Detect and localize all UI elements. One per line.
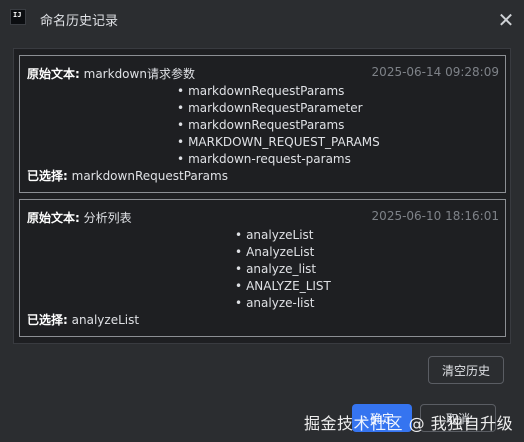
original-text-value: 分析列表 [83, 211, 132, 225]
original-text-label: 原始文本: [27, 211, 80, 225]
candidate-list: analyzeList AnalyzeList analyze_list ANA… [235, 227, 331, 312]
selected-label: 已选择: [27, 313, 68, 327]
clear-history-button[interactable]: 清空历史 [428, 356, 504, 384]
candidate-item: ANALYZE_LIST [235, 278, 331, 295]
candidate-item: MARKDOWN_REQUEST_PARAMS [177, 134, 380, 151]
entry-header: 原始文本: 分析列表 2025-06-10 18:16:01 [27, 209, 499, 225]
selected-label: 已选择: [27, 169, 68, 183]
selected-value: markdownRequestParams [71, 169, 228, 183]
intellij-app-icon: IJ [10, 9, 26, 25]
entry-timestamp: 2025-06-10 18:16:01 [371, 209, 499, 223]
selected-row: 已选择: analyzeList [27, 311, 139, 328]
candidate-item: analyzeList [235, 227, 331, 244]
entry-header: 原始文本: markdown请求参数 2025-06-14 09:28:09 [27, 65, 499, 81]
history-entry: 原始文本: markdown请求参数 2025-06-14 09:28:09 m… [19, 55, 506, 193]
candidate-item: analyze_list [235, 261, 331, 278]
candidate-item: markdownRequestParams [177, 117, 380, 134]
title-bar: IJ 命名历史记录 ✕ [0, 0, 524, 40]
close-icon[interactable]: ✕ [494, 8, 518, 32]
original-text-value: markdown请求参数 [83, 67, 195, 81]
watermark: 掘金技术社区 @ 我独自升级 [304, 414, 514, 433]
dialog-title: 命名历史记录 [40, 14, 119, 29]
entry-timestamp: 2025-06-14 09:28:09 [371, 65, 499, 79]
naming-history-dialog: IJ 命名历史记录 ✕ 原始文本: markdown请求参数 2025-06-1… [0, 0, 524, 442]
candidate-item: AnalyzeList [235, 244, 331, 261]
history-list-panel[interactable]: 原始文本: markdown请求参数 2025-06-14 09:28:09 m… [13, 48, 511, 344]
selected-value: analyzeList [71, 313, 140, 327]
history-entry: 原始文本: 分析列表 2025-06-10 18:16:01 analyzeLi… [19, 199, 506, 337]
candidate-item: markdownRequestParams [177, 83, 380, 100]
original-text-label: 原始文本: [27, 67, 80, 81]
candidate-item: analyze-list [235, 295, 331, 312]
selected-row: 已选择: markdownRequestParams [27, 167, 228, 184]
candidate-list: markdownRequestParams markdownRequestPar… [177, 83, 380, 168]
candidate-item: markdown-request-params [177, 151, 380, 168]
candidate-item: markdownRequestParameter [177, 100, 380, 117]
